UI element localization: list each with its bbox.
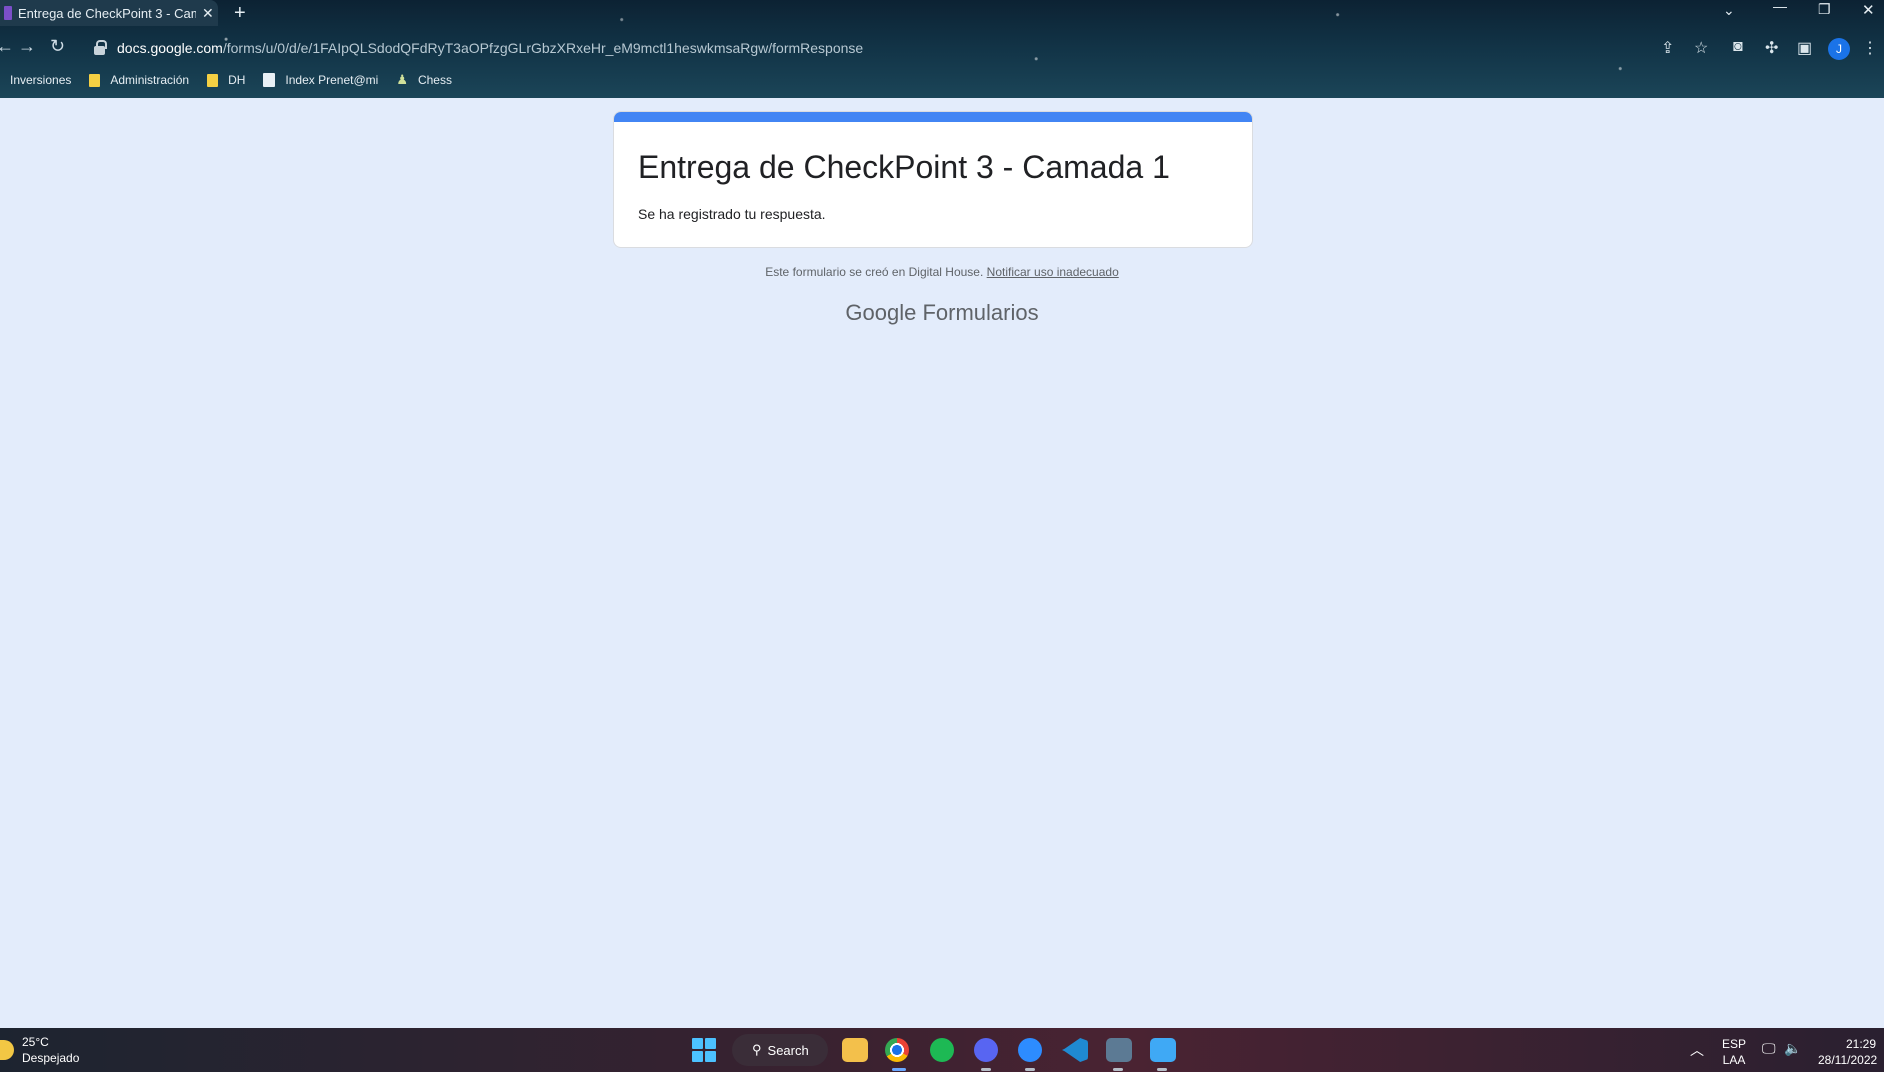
footer-text: Este formulario se creó en Digital House…: [765, 265, 984, 279]
vscode-icon[interactable]: [1062, 1038, 1088, 1062]
tab-title: Entrega de CheckPoint 3 - Camada 1: [18, 5, 196, 21]
tab-search-chevron-icon[interactable]: ⌄: [1723, 2, 1735, 19]
windows-start-icon[interactable]: [692, 1038, 716, 1062]
search-icon: ⚲: [752, 1042, 762, 1057]
bookmark-label: Index Prenet@mi: [285, 73, 379, 87]
zoom-icon[interactable]: [1018, 1038, 1042, 1062]
taskbar-search[interactable]: ⚲ Search: [732, 1034, 828, 1066]
form-response-card: Entrega de CheckPoint 3 - Camada 1 Se ha…: [613, 111, 1253, 248]
temperature: 25°C: [22, 1035, 49, 1049]
confirmation-message: Se ha registrado tu respuesta.: [638, 206, 826, 222]
lock-icon[interactable]: [94, 39, 107, 55]
running-app-indicator: [1157, 1068, 1167, 1071]
bookmark-inversiones[interactable]: Inversiones: [10, 73, 71, 87]
keyboard-layout: LAA: [1722, 1053, 1746, 1067]
folder-icon: [89, 73, 101, 87]
close-window-icon[interactable]: ✕: [1862, 1, 1875, 19]
forward-icon[interactable]: →: [18, 36, 36, 57]
bookmark-label: Administración: [110, 73, 190, 87]
chrome-icon[interactable]: [885, 1038, 909, 1062]
extension-icon[interactable]: ◙: [1733, 38, 1743, 56]
photos-icon[interactable]: [1150, 1038, 1176, 1062]
volume-icon[interactable]: 🔈: [1784, 1040, 1801, 1057]
moon-icon: [0, 1040, 14, 1060]
close-tab-icon[interactable]: ✕: [202, 5, 214, 22]
url-text[interactable]: docs.google.com/forms/u/0/d/e/1FAIpQLSdo…: [117, 40, 863, 56]
menu-kebab-icon[interactable]: ⋮: [1862, 38, 1878, 58]
report-abuse-link[interactable]: Notificar uso inadecuado: [987, 265, 1119, 279]
bookmarks-bar: Inversiones Administración DH Index Pren…: [0, 70, 470, 90]
google-forms-logo[interactable]: Google Formularios: [0, 300, 1884, 326]
new-tab-icon[interactable]: +: [234, 2, 246, 25]
bookmark-star-icon[interactable]: ☆: [1694, 38, 1708, 58]
reload-icon[interactable]: ↻: [50, 36, 65, 57]
running-app-indicator: [1025, 1068, 1035, 1071]
browser-tab[interactable]: Entrega de CheckPoint 3 - Camada 1 ✕: [0, 0, 218, 26]
side-panel-icon[interactable]: ▣: [1797, 38, 1812, 58]
clock-time: 21:29: [1845, 1037, 1876, 1051]
bookmark-administracion[interactable]: Administración: [89, 73, 189, 87]
mysql-workbench-icon[interactable]: [1106, 1038, 1132, 1062]
language-indicator[interactable]: ESP LAA: [1722, 1036, 1746, 1068]
form-title: Entrega de CheckPoint 3 - Camada 1: [638, 149, 1170, 185]
weather-condition: Despejado: [22, 1051, 80, 1065]
running-app-indicator: [981, 1068, 991, 1071]
bookmark-chess[interactable]: ♟ Chess: [396, 72, 452, 88]
address-bar[interactable]: docs.google.com/forms/u/0/d/e/1FAIpQLSdo…: [84, 32, 1684, 64]
running-app-indicator: [1113, 1068, 1123, 1071]
share-icon[interactable]: ⇪: [1661, 38, 1674, 58]
minimize-icon[interactable]: —: [1773, 0, 1787, 14]
page-icon: [263, 73, 276, 87]
spotify-icon[interactable]: [930, 1038, 954, 1062]
folder-icon: [207, 73, 219, 87]
forms-favicon-icon: [4, 6, 12, 20]
bookmark-label: Chess: [417, 73, 452, 87]
weather-widget[interactable]: 25°C Despejado: [0, 1034, 79, 1066]
browser-chrome: Entrega de CheckPoint 3 - Camada 1 ✕ + ⌄…: [0, 0, 1884, 98]
discord-icon[interactable]: [974, 1038, 998, 1062]
language-code: ESP: [1722, 1037, 1747, 1051]
form-accent-bar: [614, 112, 1252, 122]
brand-product: Formularios: [922, 300, 1039, 325]
url-path: /forms/u/0/d/e/1FAIpQLSdodQFdRyT3aOPfzgG…: [222, 40, 864, 56]
url-host: docs.google.com: [117, 40, 223, 56]
browser-toolbar: ← → ↻ docs.google.com/forms/u/0/d/e/1FAI…: [0, 32, 1884, 64]
pawn-icon: ♟: [396, 72, 408, 87]
back-icon[interactable]: ←: [0, 36, 14, 57]
show-hidden-icons-chevron-icon[interactable]: ︿: [1690, 1040, 1704, 1060]
form-footer: Este formulario se creó en Digital House…: [0, 265, 1884, 279]
active-app-indicator: [892, 1068, 906, 1071]
taskbar: 25°C Despejado ⚲ Search ︿ ESP LAA 🖵 🔈 21…: [0, 1028, 1884, 1072]
brand-google: Google: [845, 300, 917, 325]
bookmark-dh[interactable]: DH: [207, 73, 245, 87]
restore-icon[interactable]: ❐: [1818, 1, 1831, 18]
extensions-puzzle-icon[interactable]: ✣: [1765, 38, 1778, 58]
file-explorer-icon[interactable]: [842, 1038, 868, 1062]
bookmark-label: DH: [228, 73, 246, 87]
bookmark-index-prenet[interactable]: Index Prenet@mi: [263, 73, 378, 87]
search-label: Search: [767, 1042, 809, 1058]
system-clock[interactable]: 21:29 28/11/2022: [1818, 1036, 1878, 1068]
network-icon[interactable]: 🖵: [1762, 1040, 1776, 1057]
profile-avatar[interactable]: J: [1828, 38, 1850, 60]
bookmark-label: Inversiones: [10, 73, 72, 87]
clock-date: 28/11/2022: [1818, 1053, 1878, 1067]
